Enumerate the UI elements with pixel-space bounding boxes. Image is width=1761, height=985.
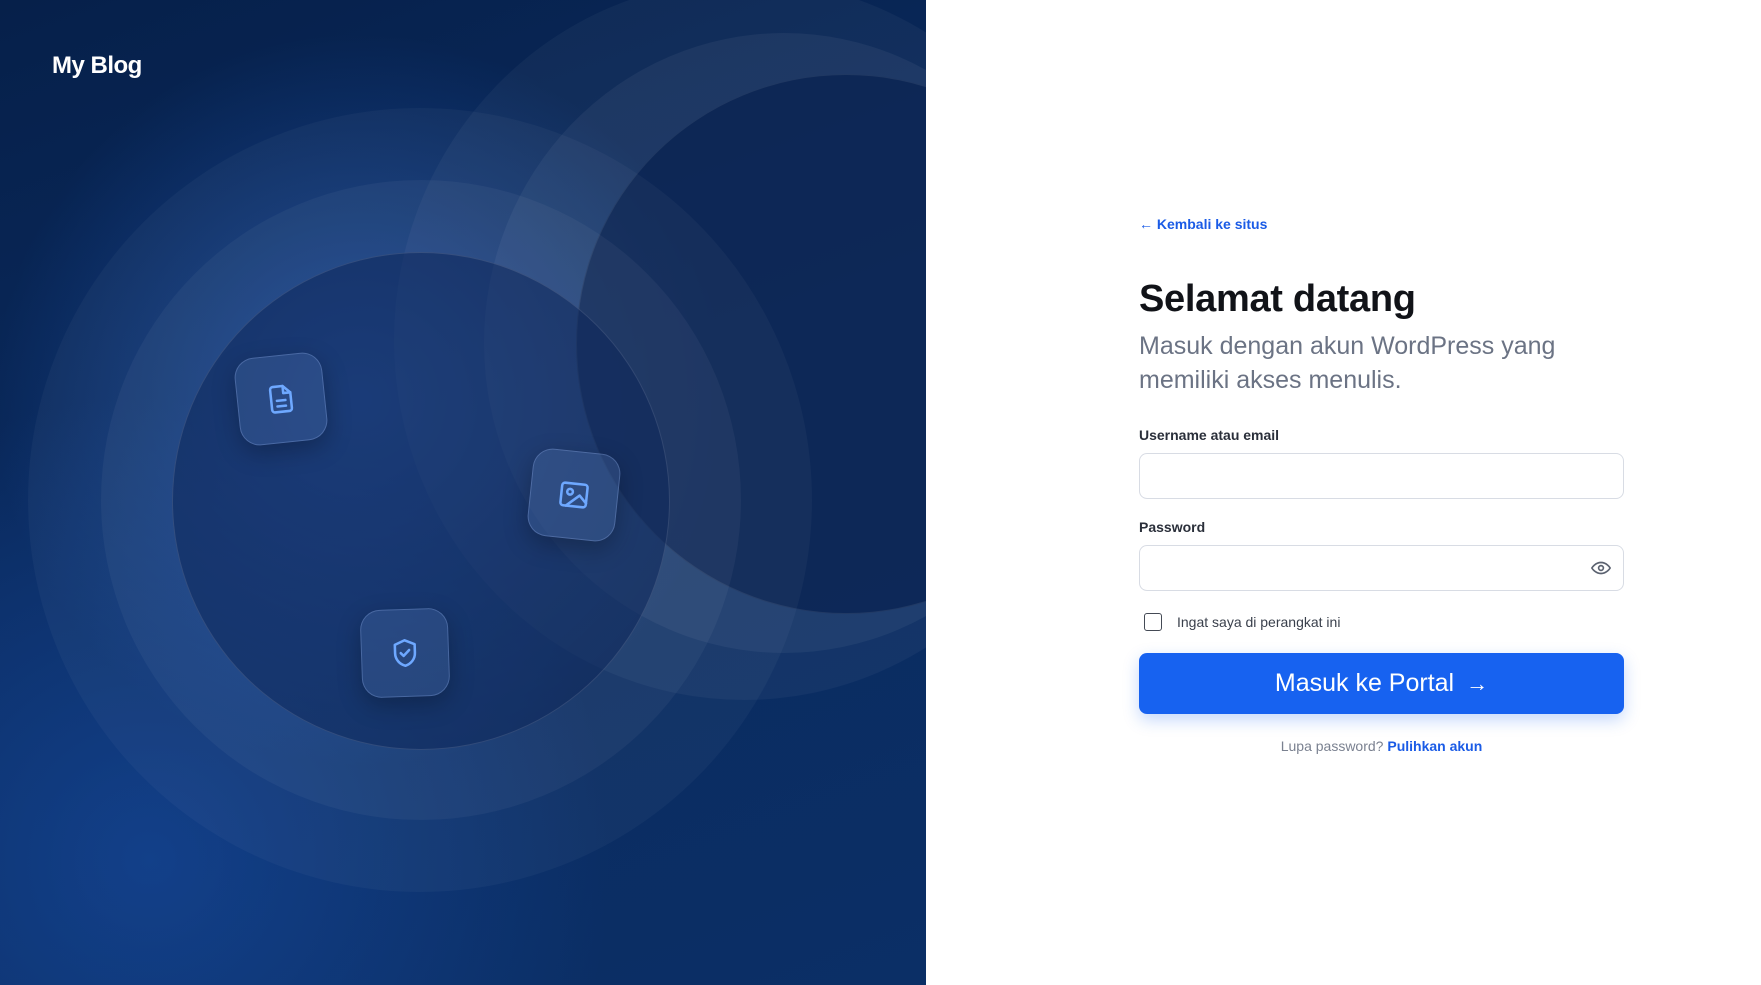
image-icon <box>559 481 589 509</box>
password-label: Password <box>1139 519 1206 535</box>
remember-me-checkbox[interactable] <box>1144 613 1162 631</box>
remember-me-label[interactable]: Ingat saya di perangkat ini <box>1177 614 1340 630</box>
show-password-icon[interactable] <box>1590 557 1612 579</box>
document-tile <box>232 350 330 448</box>
page-title: Selamat datang <box>1139 278 1416 320</box>
brand-logo[interactable]: My Blog <box>52 52 142 80</box>
login-form: ← Kembali ke situs Selamat datang Masuk … <box>1139 210 1624 754</box>
shield-tile <box>359 607 451 699</box>
login-button[interactable]: Masuk ke Portal → <box>1139 653 1624 714</box>
login-panel: ← Kembali ke situs Selamat datang Masuk … <box>926 0 1761 985</box>
arrow-right-icon: → <box>1466 670 1489 696</box>
password-field-wrap <box>1139 545 1624 591</box>
remember-me-row: Ingat saya di perangkat ini <box>1139 613 1624 631</box>
hero-panel: My Blog <box>0 0 926 985</box>
page-subtitle: Masuk dengan akun WordPress yang memilik… <box>1139 332 1556 394</box>
forgot-password-text: Lupa password? <box>1280 738 1384 754</box>
username-input[interactable] <box>1139 453 1624 499</box>
username-label: Username atau email <box>1139 427 1280 443</box>
document-icon <box>268 384 294 414</box>
image-tile <box>525 446 623 544</box>
back-to-site-link[interactable]: ← Kembali ke situs <box>1139 216 1267 232</box>
username-field-wrap <box>1139 453 1624 499</box>
password-input[interactable] <box>1139 545 1624 591</box>
login-button-label: Masuk ke Portal <box>1274 669 1455 697</box>
recover-account-link[interactable]: Pulihkan akun <box>1387 738 1482 754</box>
forgot-password-row: Lupa password? Pulihkan akun <box>1139 738 1624 754</box>
shield-check-icon <box>393 638 417 668</box>
